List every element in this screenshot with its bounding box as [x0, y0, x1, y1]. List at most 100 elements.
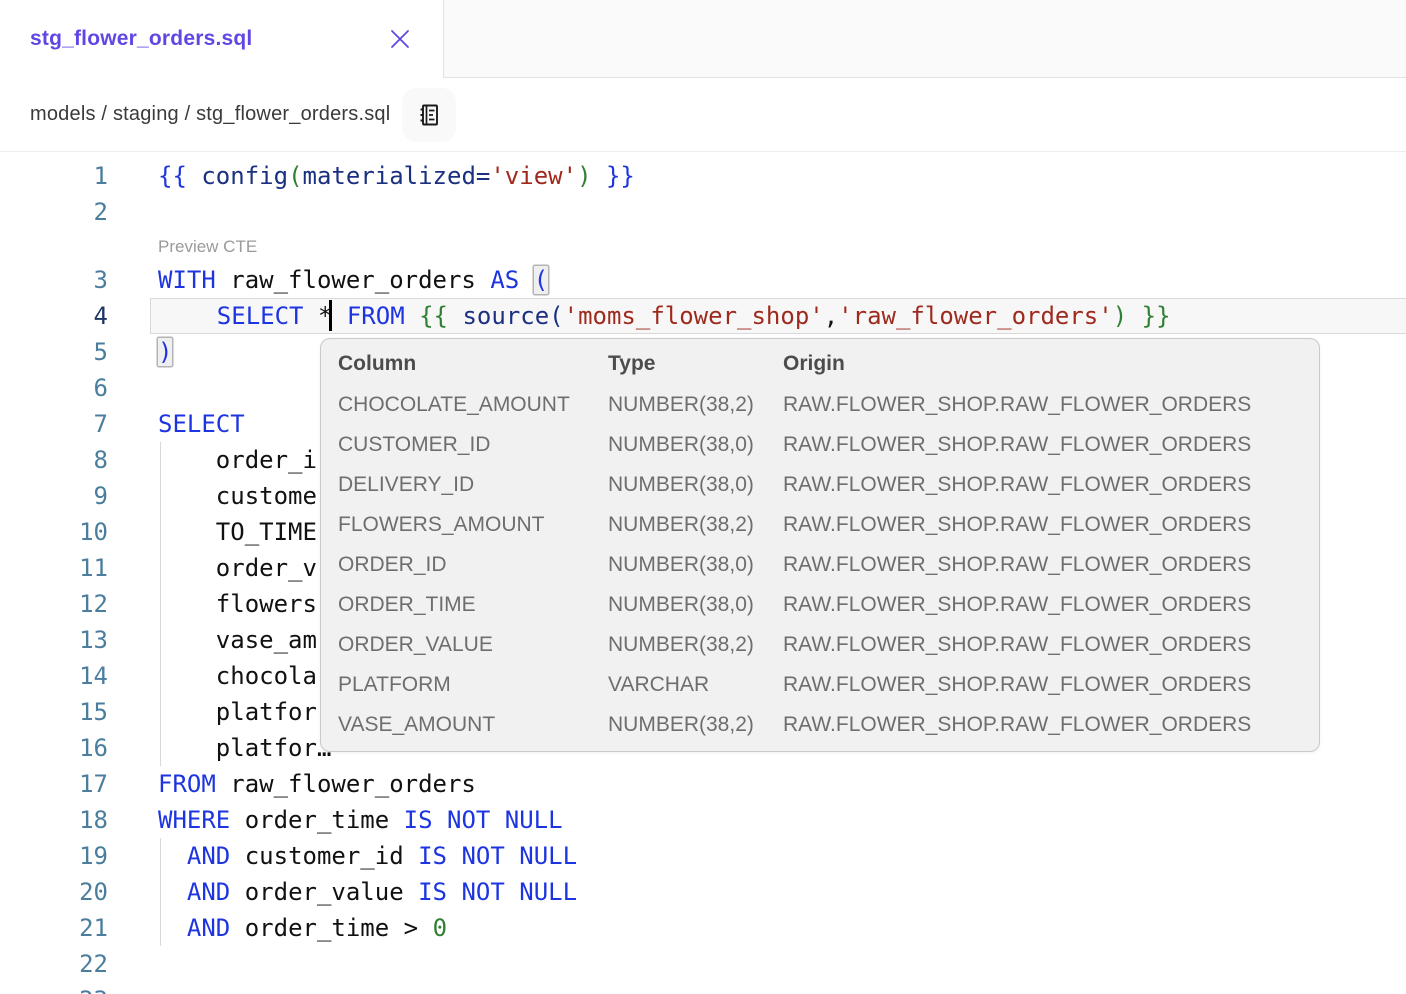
code-token: AND [187, 914, 230, 942]
code-token [304, 302, 318, 330]
code-token: ) [577, 162, 591, 190]
code-line[interactable]: 23 [0, 982, 1406, 994]
code-token: source [462, 302, 549, 330]
column-cell: NUMBER(38,0) [608, 433, 783, 457]
code-token: }} [1142, 302, 1171, 330]
line-number[interactable]: 5 [0, 334, 150, 370]
line-number[interactable]: 7 [0, 406, 150, 442]
line-number[interactable]: 9 [0, 478, 150, 514]
code-token [158, 878, 187, 906]
code-line[interactable]: 1{{ config(materialized='view') }} [0, 158, 1406, 194]
code-token: ( [288, 162, 302, 190]
code-token [158, 914, 187, 942]
code-token: TO_TIME [158, 518, 317, 546]
code-line-text[interactable]: WHERE order_time IS NOT NULL [150, 802, 1406, 838]
line-number[interactable]: 17 [0, 766, 150, 802]
lineage-notebook-button[interactable] [402, 88, 456, 142]
code-line[interactable]: 20 AND order_value IS NOT NULL [0, 874, 1406, 910]
column-cell: CHOCOLATE_AMOUNT [338, 393, 608, 417]
line-number[interactable]: 4 [0, 298, 150, 334]
notebook-icon [415, 101, 443, 129]
line-number[interactable]: 12 [0, 586, 150, 622]
column-popup-body: CHOCOLATE_AMOUNT NUMBER(38,2) RAW.FLOWER_S… [338, 385, 1307, 745]
code-line-text[interactable]: {{ config(materialized='view') }} [150, 158, 1406, 194]
line-number[interactable]: 19 [0, 838, 150, 874]
code-token: WHERE [158, 806, 230, 834]
column-cell: NUMBER(38,2) [608, 713, 783, 737]
line-number[interactable]: 6 [0, 370, 150, 406]
code-token: chocola [158, 662, 317, 690]
code-token: AND [187, 878, 230, 906]
line-number[interactable]: 14 [0, 658, 150, 694]
column-row: PLATFORMVARCHARRAW.FLOWER_SHOP.RAW_FLOWE… [338, 665, 1307, 705]
code-token: ) [1113, 302, 1127, 330]
column-cell: ORDER_ID [338, 553, 608, 577]
code-line[interactable]: 3WITH raw_flower_orders AS ( [0, 262, 1406, 298]
code-token: order_time [230, 806, 403, 834]
column-cell: CUSTOMER_ID [338, 433, 608, 457]
code-line-text[interactable]: AND customer_id IS NOT NULL [150, 838, 1406, 874]
code-line-text[interactable]: WITH raw_flower_orders AS ( [150, 262, 1406, 298]
code-line-text[interactable]: FROM raw_flower_orders [150, 766, 1406, 802]
column-cell: ORDER_TIME [338, 593, 608, 617]
text-cursor [329, 300, 332, 331]
line-number[interactable]: 18 [0, 802, 150, 838]
code-line-text[interactable]: AND order_time > 0 [150, 910, 1406, 946]
code-line[interactable]: 17FROM raw_flower_orders [0, 766, 1406, 802]
code-token: , [824, 302, 838, 330]
line-number[interactable]: 22 [0, 946, 150, 982]
code-token [332, 302, 346, 330]
line-number[interactable]: 13 [0, 622, 150, 658]
code-token: order_time [230, 914, 403, 942]
column-cell: ORDER_VALUE [338, 633, 608, 657]
code-token: 'raw_flower_orders' [838, 302, 1113, 330]
code-token: {{ [158, 162, 187, 190]
line-number[interactable]: 1 [0, 158, 150, 194]
close-tab-button[interactable] [385, 24, 415, 54]
column-cell: NUMBER(38,0) [608, 593, 783, 617]
column-cell: RAW.FLOWER_SHOP.RAW_FLOWER_ORDERS [783, 553, 1307, 577]
code-token: FROM [347, 302, 405, 330]
code-token: raw_flower_orders [216, 266, 491, 294]
code-line[interactable]: 19 AND customer_id IS NOT NULL [0, 838, 1406, 874]
column-row: VASE_AMOUNTNUMBER(38,2)RAW.FLOWER_SHOP.R… [338, 705, 1307, 745]
line-number[interactable]: 16 [0, 730, 150, 766]
line-number[interactable]: 23 [0, 982, 150, 994]
tab-stg-flower-orders[interactable]: stg_flower_orders.sql [0, 0, 443, 78]
code-line[interactable]: 2 [0, 194, 1406, 230]
close-icon [387, 26, 413, 52]
column-cell: RAW.FLOWER_SHOP.RAW_FLOWER_ORDERS [783, 473, 1307, 497]
line-number[interactable]: 8 [0, 442, 150, 478]
code-token: raw_flower_orders [216, 770, 476, 798]
code-line-text[interactable] [150, 946, 1406, 982]
line-number[interactable]: 21 [0, 910, 150, 946]
code-token: flowers [158, 590, 317, 618]
code-token [158, 842, 187, 870]
code-line-text[interactable] [150, 982, 1406, 994]
ide-screen: stg_flower_orders.sql models / staging /… [0, 0, 1406, 994]
line-number[interactable]: 15 [0, 694, 150, 730]
code-token: customer_id [230, 842, 418, 870]
code-token: SELECT [158, 410, 245, 438]
code-line-text[interactable]: SELECT * FROM {{ source('moms_flower_sho… [150, 298, 1406, 334]
line-number[interactable]: 2 [0, 194, 150, 230]
code-token: SELECT [217, 302, 304, 330]
code-line-text[interactable]: AND order_value IS NOT NULL [150, 874, 1406, 910]
code-line-text[interactable] [150, 194, 1406, 230]
column-cell: NUMBER(38,0) [608, 473, 783, 497]
code-token: order_value [230, 878, 418, 906]
code-token: config [201, 162, 288, 190]
code-line[interactable]: 21 AND order_time > 0 [0, 910, 1406, 946]
line-number[interactable]: 20 [0, 874, 150, 910]
line-number[interactable]: 11 [0, 550, 150, 586]
code-line[interactable]: 18WHERE order_time IS NOT NULL [0, 802, 1406, 838]
indent-guide [160, 442, 161, 766]
line-number[interactable]: 3 [0, 262, 150, 298]
type-header: Type [608, 352, 783, 376]
column-row: CHOCOLATE_AMOUNTNUMBER(38,2)RAW.FLOWER_S… [338, 385, 1307, 425]
source-columns-popup: Column Type Origin CHOCOLATE_AMOUNTNUMBE… [320, 338, 1320, 752]
code-line[interactable]: 22 [0, 946, 1406, 982]
code-token: platfor… [158, 734, 331, 762]
code-line[interactable]: 4 SELECT * FROM {{ source('moms_flower_s… [0, 298, 1406, 334]
line-number[interactable]: 10 [0, 514, 150, 550]
